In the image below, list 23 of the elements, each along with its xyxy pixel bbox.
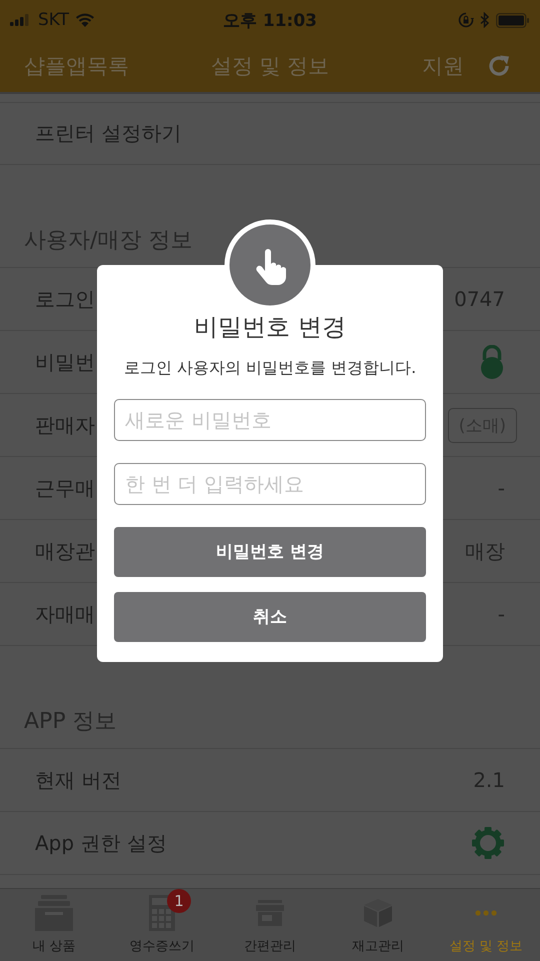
more-icon (475, 910, 497, 916)
bluetooth-icon (480, 12, 490, 28)
change-password-button[interactable]: 비밀번호 변경 (114, 526, 426, 577)
app-list-link[interactable]: 샵플앱목록 (24, 52, 129, 80)
password-field[interactable]: 한 번 더 입력하세요 (114, 462, 426, 505)
rotation-lock-icon (458, 12, 474, 28)
support-link[interactable]: 지원 (422, 52, 464, 80)
tab-label: 설정 및 정보 (449, 938, 523, 955)
header-title: 설정 및 정보 (210, 53, 330, 80)
notification-badge: 1 (167, 889, 191, 913)
carrier-name: SKT (38, 10, 70, 30)
row-value: - (498, 602, 505, 626)
dialog-title: 비밀번호 변경 (194, 312, 346, 343)
dialog-message: 로그인 사용자의 비밀번호를 변경합니다. (122, 357, 418, 379)
cancel-button[interactable]: 취소 (114, 592, 426, 642)
gear-icon[interactable] (471, 826, 505, 860)
wifi-icon (75, 13, 96, 27)
row-value: - (498, 476, 505, 500)
tab-item[interactable]: 설정 및 정보 (432, 889, 540, 961)
status-time: 오후 11:03 (222, 10, 318, 32)
padlock-icon[interactable] (479, 345, 505, 379)
battery-icon (496, 12, 530, 28)
password-field[interactable]: 새로운 비밀번호 (114, 398, 426, 441)
